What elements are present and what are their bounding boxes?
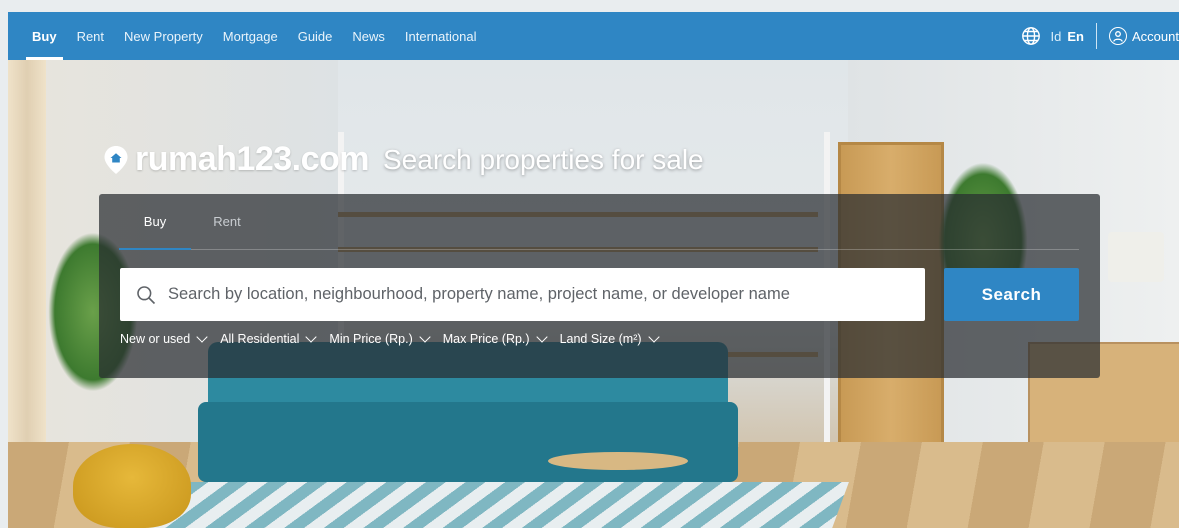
language-switcher: Id En [1021,26,1096,46]
header-tools: Id En Account [1021,12,1179,60]
search-field [120,268,925,321]
nav-item-news[interactable]: News [342,12,395,60]
language-option-en[interactable]: En [1067,29,1084,44]
account-label: Account [1132,28,1179,44]
coffee-table [548,452,688,470]
nav-item-guide[interactable]: Guide [288,12,343,60]
chevron-down-icon [196,331,208,343]
table-lamp [1108,232,1164,282]
filter-label: All Residential [220,332,300,346]
site-logo[interactable]: rumah123.com [135,140,370,179]
pouf [73,444,191,528]
main-nav: Buy Rent New Property Mortgage Guide New… [8,12,486,60]
search-filters: New or used All Residential Min Price (R… [120,331,660,346]
filter-new-or-used[interactable]: New or used [120,331,208,346]
nav-item-international[interactable]: International [395,12,487,60]
chevron-down-icon [647,331,660,343]
chevron-down-icon [419,331,431,343]
filter-property-type[interactable]: All Residential [220,331,318,346]
search-icon [136,285,156,305]
account-button[interactable]: Account [1109,27,1179,45]
page-title: Search properties for sale [383,143,704,175]
user-circle-icon [1109,27,1128,45]
chevron-down-icon [535,331,548,343]
filter-land-size[interactable]: Land Size (m²) [559,331,660,346]
nav-item-mortgage[interactable]: Mortgage [213,12,288,60]
filter-label: New or used [120,332,191,346]
location-pin-home-icon [103,145,129,175]
nav-item-buy[interactable]: Buy [22,12,67,60]
sofa-seat [198,402,738,482]
filter-min-price[interactable]: Min Price (Rp.) [329,331,431,346]
hero-heading: rumah123.com Search properties for sale [103,140,704,179]
filter-label: Min Price (Rp.) [329,332,413,346]
tab-rent[interactable]: Rent [191,194,263,249]
language-option-id[interactable]: Id [1051,29,1062,44]
nav-item-rent[interactable]: Rent [67,12,114,60]
filter-label: Land Size (m²) [559,332,642,346]
globe-icon[interactable] [1021,26,1041,46]
chevron-down-icon [305,331,318,343]
header-divider [1096,23,1098,49]
filter-max-price[interactable]: Max Price (Rp.) [442,331,548,346]
curtain [8,52,46,472]
filter-label: Max Price (Rp.) [442,332,530,346]
tab-buy[interactable]: Buy [119,194,191,250]
nav-item-new-property[interactable]: New Property [114,12,213,60]
search-button[interactable]: Search [944,268,1079,321]
search-panel: Buy Rent Search New or used All Resident… [99,194,1100,378]
search-input[interactable] [166,284,925,305]
rug [127,482,849,528]
search-type-tabs: Buy Rent [119,194,1079,250]
top-navigation-bar: Buy Rent New Property Mortgage Guide New… [8,12,1179,60]
